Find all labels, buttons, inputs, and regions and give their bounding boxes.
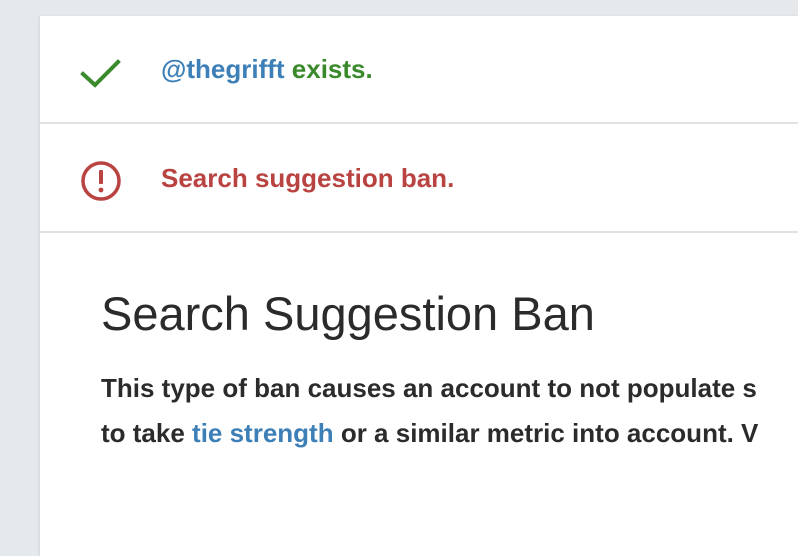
description-line-1: This type of ban causes an account to no…: [101, 373, 757, 403]
ban-message: Search suggestion ban.: [161, 163, 455, 193]
ban-heading: Search Suggestion Ban: [101, 287, 595, 340]
exists-suffix: exists.: [284, 54, 373, 84]
line2-suffix: or a similar metric into account. V: [333, 418, 759, 448]
ban-explanation: Search Suggestion Ban This type of ban c…: [101, 286, 798, 456]
results-card: @thegrifft exists. Search suggestion ban…: [40, 16, 798, 556]
exclamation-circle-icon: [81, 161, 121, 201]
exists-message: @thegrifft exists.: [161, 54, 373, 85]
handle-link[interactable]: @thegrifft: [161, 54, 285, 84]
checkmark-icon: [80, 59, 121, 88]
description-line-2: to take tie strength or a similar metric…: [101, 411, 798, 456]
ban-description: This type of ban causes an account to no…: [101, 366, 798, 456]
status-row-exists: @thegrifft exists.: [40, 16, 798, 124]
status-row-ban: Search suggestion ban.: [40, 125, 798, 233]
tie-strength-link[interactable]: tie strength: [192, 418, 334, 448]
line2-prefix: to take: [101, 418, 193, 448]
